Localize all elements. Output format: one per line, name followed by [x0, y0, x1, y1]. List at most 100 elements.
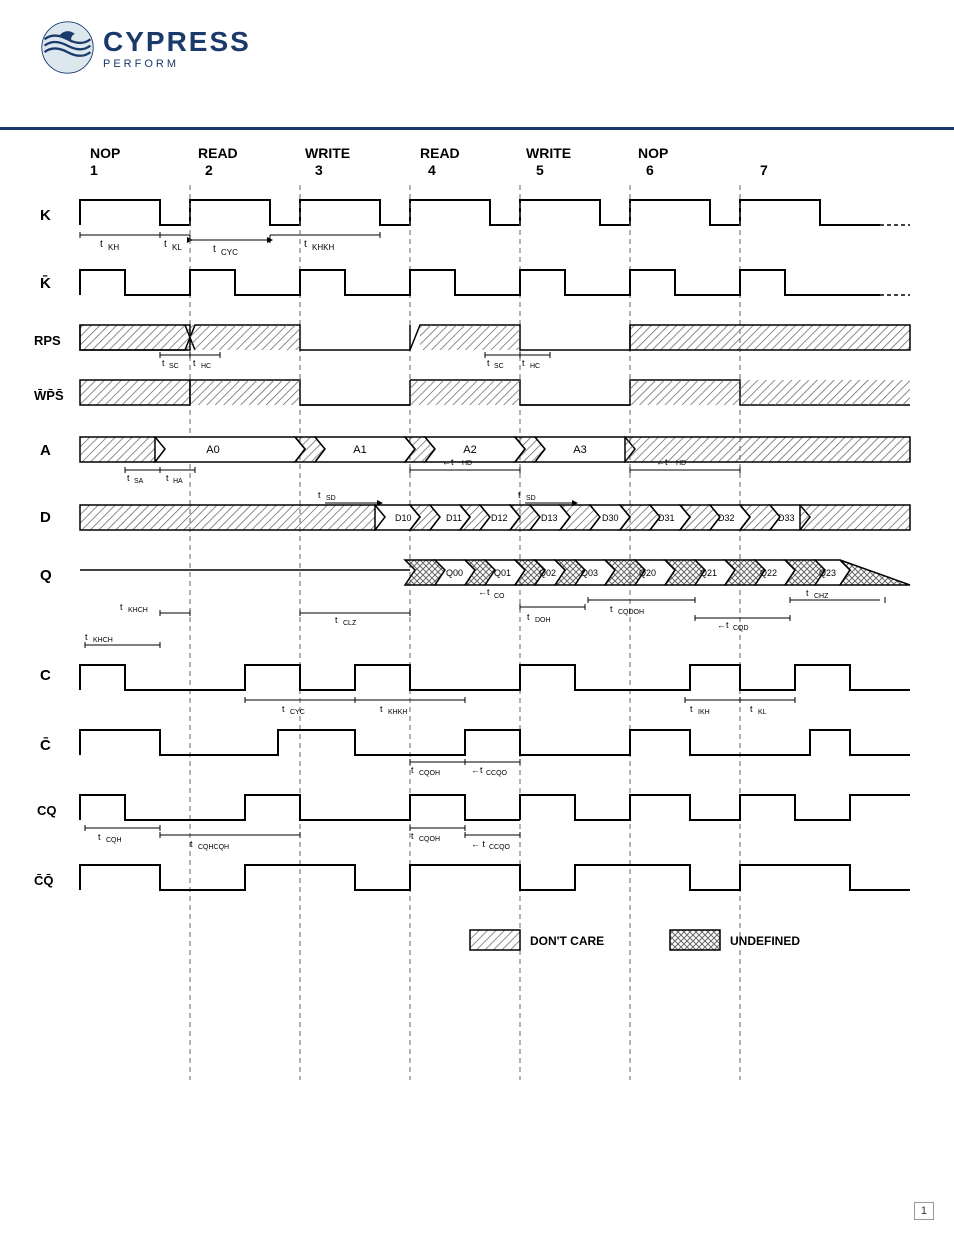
svg-text:SD: SD	[326, 495, 336, 502]
svg-text:t: t	[335, 615, 338, 625]
svg-text:WRITE: WRITE	[305, 145, 350, 161]
svg-text:2: 2	[205, 162, 213, 178]
svg-text:3: 3	[315, 162, 323, 178]
logo-text: CYPRESS PERFORM	[103, 26, 251, 70]
svg-text:WRITE: WRITE	[526, 145, 571, 161]
svg-text:t: t	[164, 239, 167, 250]
company-tagline: PERFORM	[103, 58, 251, 70]
svg-text:C̄Q̄: C̄Q̄	[34, 873, 54, 888]
svg-text:←t: ←t	[656, 457, 668, 467]
svg-text:←t: ←t	[471, 765, 483, 775]
svg-text:Q21: Q21	[700, 568, 717, 578]
svg-text:CYC: CYC	[290, 709, 305, 716]
svg-text:A: A	[40, 442, 51, 459]
svg-text:CQH: CQH	[106, 837, 122, 844]
svg-text:←t: ←t	[717, 620, 729, 630]
svg-text:Q20: Q20	[639, 568, 656, 578]
timing-diagram: NOP 1 READ 2 WRITE 3 READ 4 WRITE 5 NOP …	[30, 140, 930, 1140]
svg-text:W̄P̄S̄: W̄P̄S̄	[34, 388, 64, 403]
svg-text:t: t	[527, 612, 530, 622]
svg-text:D31: D31	[658, 513, 675, 523]
svg-text:C: C	[40, 667, 51, 684]
svg-text:CQOH: CQOH	[419, 836, 440, 843]
svg-text:KH: KH	[108, 243, 119, 252]
svg-text:←t: ←t	[442, 457, 454, 467]
svg-text:NOP: NOP	[90, 145, 120, 161]
svg-text:Q22: Q22	[760, 568, 777, 578]
svg-text:HD: HD	[462, 460, 472, 467]
svg-text:D10: D10	[395, 513, 412, 523]
company-name: CYPRESS	[103, 26, 251, 58]
svg-text:t: t	[522, 358, 525, 368]
svg-text:t: t	[411, 765, 414, 775]
svg-text:DON'T CARE: DON'T CARE	[530, 934, 604, 948]
svg-text:Q03: Q03	[581, 568, 598, 578]
svg-text:HC: HC	[530, 363, 540, 370]
svg-text:6: 6	[646, 162, 654, 178]
svg-text:SA: SA	[134, 478, 144, 485]
svg-text:READ: READ	[198, 145, 238, 161]
svg-text:KL: KL	[758, 709, 767, 716]
svg-text:KHKH: KHKH	[388, 709, 407, 716]
svg-text:t: t	[750, 704, 753, 714]
svg-text:A0: A0	[206, 444, 219, 456]
svg-text:CQ: CQ	[37, 803, 57, 818]
svg-text:CQD: CQD	[733, 625, 749, 632]
svg-text:D30: D30	[602, 513, 619, 523]
svg-text:Q: Q	[40, 567, 52, 584]
svg-text:KL: KL	[172, 243, 182, 252]
svg-text:D11: D11	[446, 513, 462, 523]
svg-text:←t: ←t	[478, 587, 490, 597]
svg-text:t: t	[190, 839, 193, 849]
svg-text:CCQO: CCQO	[489, 844, 511, 851]
svg-text:READ: READ	[420, 145, 460, 161]
svg-text:SC: SC	[169, 363, 179, 370]
svg-text:SC: SC	[494, 363, 504, 370]
svg-text:t: t	[304, 239, 307, 250]
svg-text:CQOH: CQOH	[419, 770, 440, 777]
svg-text:CYC: CYC	[221, 248, 238, 257]
svg-text:t: t	[162, 358, 165, 368]
svg-text:IKH: IKH	[698, 709, 710, 716]
svg-text:D33: D33	[778, 513, 795, 523]
svg-text:NOP: NOP	[638, 145, 668, 161]
svg-text:t: t	[120, 602, 123, 612]
svg-text:Q02: Q02	[539, 568, 556, 578]
svg-text:KHCH: KHCH	[128, 607, 148, 614]
cypress-logo-icon	[40, 20, 95, 75]
svg-text:t: t	[806, 588, 809, 598]
svg-text:CLZ: CLZ	[343, 620, 357, 627]
svg-text:← t: ← t	[471, 839, 486, 849]
svg-text:7: 7	[760, 162, 768, 178]
svg-text:D12: D12	[491, 513, 508, 523]
svg-text:t: t	[127, 473, 130, 483]
svg-text:A1: A1	[353, 444, 366, 456]
svg-text:CCQO: CCQO	[486, 770, 508, 777]
page-number: 1	[914, 1202, 934, 1220]
logo-area: CYPRESS PERFORM	[40, 20, 251, 75]
svg-text:DOH: DOH	[535, 617, 551, 624]
svg-text:t: t	[690, 704, 693, 714]
svg-text:K̄: K̄	[40, 274, 51, 292]
svg-text:D32: D32	[718, 513, 735, 523]
svg-text:UNDEFINED: UNDEFINED	[730, 934, 800, 948]
svg-text:t: t	[282, 704, 285, 714]
svg-text:CHZ: CHZ	[814, 593, 829, 600]
svg-text:SD: SD	[526, 495, 536, 502]
svg-text:RPS: RPS	[34, 333, 61, 348]
svg-text:t: t	[213, 244, 216, 255]
svg-text:HA: HA	[173, 478, 183, 485]
svg-text:t: t	[487, 358, 490, 368]
svg-text:1: 1	[90, 162, 98, 178]
svg-text:Q00: Q00	[446, 568, 463, 578]
page-header: CYPRESS PERFORM	[0, 0, 954, 130]
svg-text:HC: HC	[201, 363, 211, 370]
svg-text:Q01: Q01	[494, 568, 511, 578]
svg-text:t: t	[193, 358, 196, 368]
svg-text:t: t	[85, 632, 88, 642]
svg-text:CQDOH: CQDOH	[618, 609, 644, 616]
svg-text:Q23: Q23	[819, 568, 836, 578]
svg-text:t: t	[380, 704, 383, 714]
svg-text:K: K	[40, 207, 51, 224]
svg-text:D: D	[40, 509, 51, 526]
